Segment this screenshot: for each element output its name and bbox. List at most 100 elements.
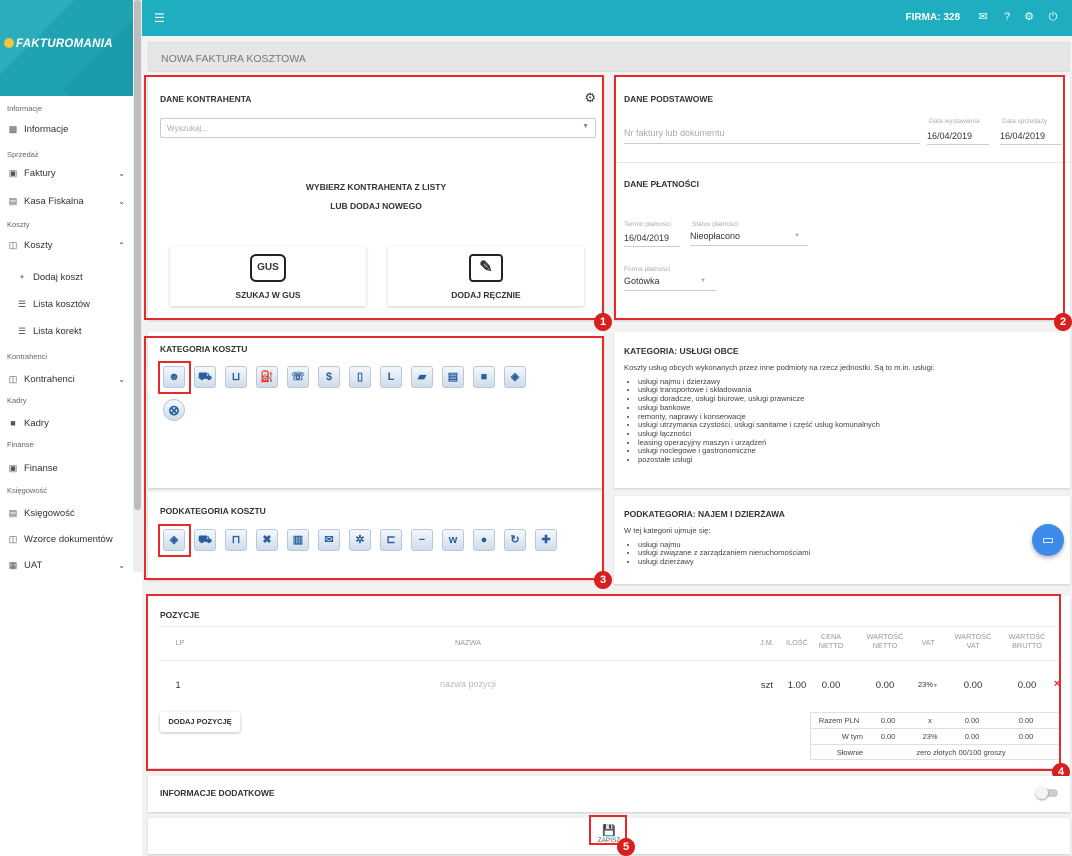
add-manually-button[interactable]: ✎ DODAJ RĘCZNIE bbox=[388, 246, 584, 306]
podkategoria-globe-icon[interactable]: ● bbox=[473, 529, 495, 551]
hamburger-menu-icon[interactable]: ☰ bbox=[154, 11, 165, 25]
sidebar-item-lista-kosztow[interactable]: ☰ Lista kosztów bbox=[16, 295, 133, 313]
invoice-number-input[interactable]: Nr faktury lub dokumentu bbox=[624, 128, 920, 144]
sidebar-item-dodaj-koszt[interactable]: + Dodaj koszt bbox=[16, 268, 133, 286]
sidebar-item-ksiegowosc[interactable]: ▤ Księgowość bbox=[7, 504, 129, 522]
row-cena-netto-input[interactable]: 0.00 bbox=[814, 680, 848, 691]
sidebar-scrollbar-thumb[interactable] bbox=[134, 0, 141, 510]
search-gus-button[interactable]: GUS SZUKAJ W GUS bbox=[170, 246, 366, 306]
sidebar-item-informacje[interactable]: ▩ Informacje bbox=[7, 120, 129, 138]
badge-3: 3 bbox=[594, 571, 612, 589]
row-vat-select[interactable]: 23%▼ bbox=[914, 680, 942, 689]
sidebar-nav: Informacje ▩ Informacje Sprzedaż ▣ Faktury… bbox=[0, 96, 133, 572]
podkategoria-desk-icon[interactable]: ⊓ bbox=[225, 529, 247, 551]
kategoria-fuel-icon[interactable]: ⛽ bbox=[256, 366, 278, 388]
top-bar: ☰ FIRMA: 328 ✉ ? ⚙ ⏻ bbox=[142, 0, 1072, 36]
podkategoria-refresh-icon[interactable]: ↻ bbox=[504, 529, 526, 551]
money-icon: ▣ bbox=[8, 463, 18, 473]
issue-date-input[interactable]: 16/04/2019 bbox=[927, 131, 989, 145]
kategoria-car-icon[interactable]: ⛟ bbox=[194, 366, 216, 388]
payment-term-input[interactable]: 16/04/2019 bbox=[624, 233, 680, 247]
sale-date-label: Data sprzedaży bbox=[1002, 118, 1048, 125]
sidebar-item-finanse[interactable]: ▣ Finanse bbox=[7, 459, 129, 477]
summary-table: Razem PLN 0.00 x 0.00 0.00 W tym 0.00 23… bbox=[810, 712, 1060, 760]
list-item: usługi doradcze, usługi biurowe, usługi … bbox=[638, 394, 1064, 404]
kategoria-cancel-icon[interactable]: ⊗ bbox=[163, 399, 185, 421]
page-header: NOWA FAKTURA KOSZTOWA bbox=[148, 42, 1070, 72]
payment-status-select[interactable]: Nieopłacono ▼ bbox=[690, 231, 808, 246]
row-ilosc-input[interactable]: 1.00 bbox=[782, 680, 812, 691]
sidebar-item-kasa-fiskalna[interactable]: ▤ Kasa Fiskalna ⌄ bbox=[7, 192, 129, 210]
logo-area: FAKTUROMANIA bbox=[0, 0, 133, 96]
list-item: usługi związane z zarządzaniem nieruchom… bbox=[638, 549, 1024, 558]
header-cena-netto: CENA NETTO bbox=[818, 632, 844, 650]
podkategoria-truck-icon[interactable]: ⛟ bbox=[194, 529, 216, 551]
sidebar-item-faktury[interactable]: ▣ Faktury ⌄ bbox=[7, 164, 129, 182]
add-position-button[interactable]: DODAJ POZYCJĘ bbox=[160, 712, 240, 732]
payment-method-select[interactable]: Gotówka ▼ bbox=[624, 276, 716, 291]
sidebar-item-uat[interactable]: ▦ UAT ⌄ bbox=[7, 556, 129, 572]
podkategoria-minus-icon[interactable]: − bbox=[411, 529, 433, 551]
kategoria-info-title: KATEGORIA: USŁUGI OBCE bbox=[624, 346, 739, 356]
help-icon[interactable]: ? bbox=[1000, 10, 1014, 24]
kategoria-dollar-icon[interactable]: $ bbox=[318, 366, 340, 388]
floppy-icon: 💾 bbox=[602, 825, 616, 837]
bar-chart-icon: ▩ bbox=[8, 124, 18, 134]
row-jm[interactable]: szt bbox=[752, 680, 782, 691]
kontrahent-search-input[interactable]: Wyszukaj... ▼ bbox=[160, 118, 596, 138]
kategoria-box-icon[interactable]: ◈ bbox=[504, 366, 526, 388]
chevron-down-icon: ⌄ bbox=[118, 560, 125, 570]
kategoria-phone-plug-icon[interactable]: ☏ bbox=[287, 366, 309, 388]
kategoria-cart-icon[interactable]: ⊔ bbox=[225, 366, 247, 388]
podkategoria-mail-icon[interactable]: ✉ bbox=[318, 529, 340, 551]
podkategoria-info-list: usługi najmuusługi związane z zarządzani… bbox=[638, 540, 1024, 567]
podkategoria-trash-icon[interactable]: ▥ bbox=[287, 529, 309, 551]
list-item: usługi noclegowe i gastronomiczne bbox=[638, 447, 1064, 456]
chevron-down-icon: ▼ bbox=[582, 123, 589, 130]
kategoria-mobile-icon[interactable]: ▯ bbox=[349, 366, 371, 388]
sale-date-input[interactable]: 16/04/2019 bbox=[1000, 131, 1062, 145]
sidebar-item-koszty[interactable]: ◫ Koszty ⌃ bbox=[7, 236, 129, 254]
power-icon[interactable]: ⏻ bbox=[1046, 10, 1060, 24]
podkategoria-www-icon[interactable]: w bbox=[442, 529, 464, 551]
gear-icon[interactable]: ⚙ bbox=[584, 90, 596, 106]
list-icon: ☰ bbox=[17, 299, 27, 309]
pozycje-title: POZYCJE bbox=[160, 610, 200, 620]
logo[interactable]: FAKTUROMANIA bbox=[4, 38, 113, 50]
row-wartosc-vat: 0.00 bbox=[963, 680, 983, 691]
kategoria-folder-icon[interactable]: ■ bbox=[473, 366, 495, 388]
nav-section-koszty: Koszty bbox=[7, 220, 30, 229]
pozycje-card: POZYCJE LP NAZWA J.M. ILOŚĆ CENA NETTO W… bbox=[148, 596, 1070, 768]
logo-text: FAKTUROMANIA bbox=[16, 38, 113, 50]
delete-row-icon[interactable]: × bbox=[1052, 678, 1062, 690]
podstawowe-card: DANE PODSTAWOWE Nr faktury lub dokumentu… bbox=[614, 76, 1070, 320]
podkategoria-info-title: PODKATEGORIA: NAJEM I DZIERŻAWA bbox=[624, 509, 785, 519]
podkategoria-plus-icon[interactable]: ✚ bbox=[535, 529, 557, 551]
podkategoria-tools-icon[interactable]: ✖ bbox=[256, 529, 278, 551]
chat-icon[interactable]: ▭ bbox=[1032, 524, 1064, 556]
sidebar-item-kontrahenci[interactable]: ◫ Kontrahenci ⌄ bbox=[7, 370, 129, 388]
firma-label: FIRMA: 328 bbox=[905, 12, 960, 23]
kategoria-register-icon[interactable]: ▤ bbox=[442, 366, 464, 388]
row-wartosc-netto: 0.00 bbox=[875, 680, 895, 691]
sidebar-item-kadry[interactable]: ■ Kadry bbox=[7, 414, 129, 432]
contacts-icon: ◫ bbox=[8, 374, 18, 384]
kategoria-l-icon[interactable]: L bbox=[380, 366, 402, 388]
gear-icon[interactable]: ⚙ bbox=[1022, 10, 1036, 24]
info-dodatkowe-toggle[interactable] bbox=[1036, 787, 1058, 799]
podkategoria-bed-icon[interactable]: ⊏ bbox=[380, 529, 402, 551]
row-nazwa-input[interactable]: nazwa pozycji bbox=[348, 679, 588, 689]
chevron-up-icon: ⌃ bbox=[118, 240, 125, 250]
kategoria-person-icon[interactable]: ☻ bbox=[163, 366, 185, 388]
sidebar-item-lista-korekt[interactable]: ☰ Lista korekt bbox=[16, 322, 133, 340]
podkategoria-gears-icon[interactable]: ✲ bbox=[349, 529, 371, 551]
save-card: 💾 ZAPISZ bbox=[148, 818, 1070, 854]
person-icon: ■ bbox=[10, 418, 16, 428]
kategoria-ticket-icon[interactable]: ▰ bbox=[411, 366, 433, 388]
envelope-icon[interactable]: ✉ bbox=[976, 10, 990, 24]
sidebar-item-wzorce[interactable]: ◫ Wzorce dokumentów bbox=[7, 530, 129, 548]
podstawowe-title: DANE PODSTAWOWE bbox=[624, 94, 714, 104]
podkategoria-box-icon[interactable]: ◈ bbox=[163, 529, 185, 551]
info-dodatkowe-title: INFORMACJE DODATKOWE bbox=[160, 788, 275, 798]
sidebar: FAKTUROMANIA Informacje ▩ Informacje Sprz… bbox=[0, 0, 142, 856]
